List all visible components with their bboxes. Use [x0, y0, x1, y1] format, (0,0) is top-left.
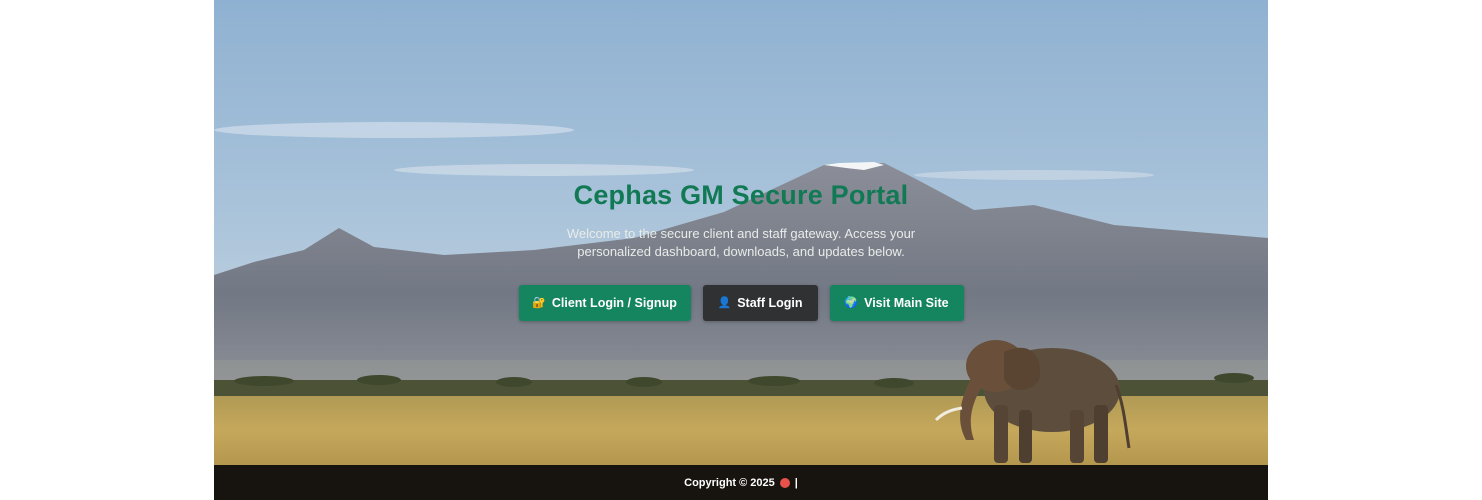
person-icon: 👤	[717, 296, 732, 309]
emoji-icon	[779, 477, 790, 488]
hero-section: Cephas GM Secure Portal Welcome to the s…	[214, 0, 1268, 465]
copyright-text: Copyright © 2025	[684, 476, 775, 489]
client-login-button[interactable]: 🔐 Client Login / Signup	[518, 285, 691, 321]
portal-title: Cephas GM Secure Portal	[573, 180, 909, 210]
globe-icon: 🌍	[844, 296, 859, 309]
portal-subtitle: Welcome to the secure client and staff g…	[566, 226, 916, 259]
visit-main-site-label: Visit Main Site	[864, 296, 949, 310]
client-login-label: Client Login / Signup	[551, 296, 677, 310]
action-buttons: 🔐 Client Login / Signup 👤 Staff Login 🌍 …	[518, 285, 964, 321]
footer-separator: |	[794, 476, 798, 489]
visit-main-site-button[interactable]: 🌍 Visit Main Site	[829, 285, 964, 321]
staff-login-label: Staff Login	[737, 296, 803, 310]
site-footer: Copyright © 2025 |	[214, 465, 1268, 500]
portal-page: Cephas GM Secure Portal Welcome to the s…	[214, 0, 1268, 500]
staff-login-button[interactable]: 👤 Staff Login	[702, 285, 818, 321]
lock-icon: 🔐	[532, 296, 546, 309]
